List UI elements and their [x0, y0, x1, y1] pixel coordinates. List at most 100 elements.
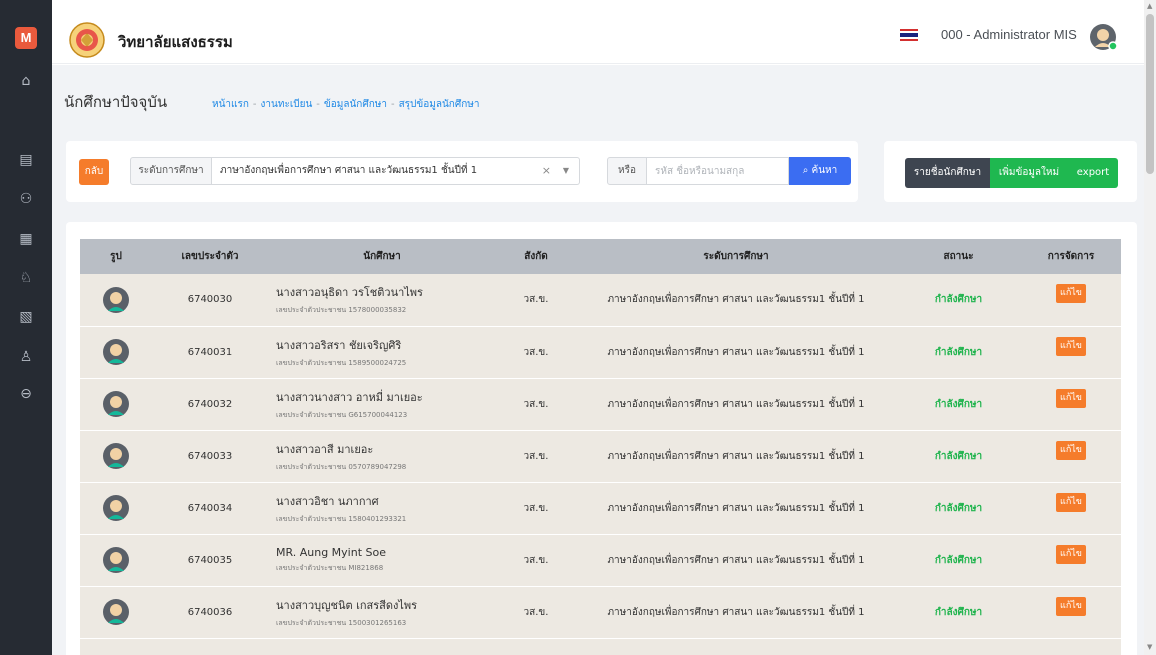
citizen-id: เลขประจำตัวประชาชน 1589500024725 [276, 358, 407, 367]
affiliation: วส.ข. [523, 450, 549, 462]
student-avatar-icon [103, 391, 129, 417]
export-button[interactable]: export [1068, 158, 1118, 188]
student-avatar-icon [103, 495, 129, 521]
sidebar: M ⌂ ▤ ⚇ ▦ ♘ ▧ ♙ ⊖ [0, 0, 52, 655]
student-name[interactable]: นางสาวอนุธิดา วรโชติวนาไพร [276, 283, 496, 301]
student-avatar-icon [103, 339, 129, 365]
affiliation: วส.ข. [523, 398, 549, 410]
status-badge: กำลังศึกษา [934, 606, 983, 618]
chevron-down-icon[interactable]: ▼ [563, 158, 569, 184]
breadcrumb-student-summary[interactable]: สรุปข้อมูลนักศึกษา [399, 99, 480, 110]
user-settings-icon[interactable]: ♙ [13, 347, 39, 367]
student-id: 6740031 [187, 346, 233, 358]
search-icon: ⌕ [802, 165, 809, 176]
student-name[interactable]: นางสาวนางสาว อาหมี่ มาเยอะ [276, 388, 496, 406]
edit-button[interactable]: แก้ไข [1056, 336, 1086, 356]
search-button-label: ค้นหา [811, 165, 838, 176]
edit-button[interactable]: แก้ไข [1056, 544, 1086, 564]
student-id: 6740036 [187, 606, 233, 618]
thai-flag-icon[interactable] [900, 29, 918, 41]
page-title: นักศึกษาปัจจุบัน [64, 93, 168, 111]
page-scrollbar[interactable]: ▲ ▼ [1144, 0, 1156, 655]
student-list-button[interactable]: รายชื่อนักศึกษา [905, 158, 990, 188]
affiliation: วส.ข. [523, 346, 549, 358]
header-student: นักศึกษา [363, 251, 401, 262]
clear-icon[interactable]: × [542, 158, 551, 184]
site-title: วิทยาลัยแสงธรรม [118, 33, 233, 51]
action-card: รายชื่อนักศึกษา เพิ่มข้อมูลใหม่ export [884, 141, 1137, 202]
table-row-partial [80, 638, 1121, 655]
scroll-thumb[interactable] [1146, 14, 1154, 174]
filter-card: กลับ ระดับการศึกษา ภาษาอังกฤษเพื่อการศึก… [66, 141, 858, 202]
scroll-up-icon[interactable]: ▲ [1147, 2, 1152, 10]
scroll-down-icon[interactable]: ▼ [1147, 643, 1152, 651]
student-name[interactable]: นางสาวอาสี มาเยอะ [276, 440, 496, 458]
citizen-id: เลขประจำตัวประชาชน 1578000035832 [276, 306, 407, 315]
table-header-row: รูป เลขประจำตัว นักศึกษา สังกัด ระดับการ… [80, 239, 1121, 274]
breadcrumb: หน้าแรก - งานทะเบียน - ข้อมูลนักศึกษา - สรุปข้… [212, 99, 480, 110]
breadcrumb-student-info[interactable]: ข้อมูลนักศึกษา [324, 99, 387, 110]
app-logo[interactable]: M [15, 27, 37, 49]
citizen-id: เลขประจำตัวประชาชน G615700044123 [276, 410, 408, 419]
college-seal-logo[interactable] [69, 22, 105, 58]
student-name[interactable]: นางสาวบุญชนิต เกสรสีดงไพร [276, 596, 496, 614]
student-id: 6740032 [187, 398, 233, 410]
student-id: 6740030 [187, 294, 233, 306]
search-input[interactable] [647, 157, 789, 185]
table-row: 6740034 นางสาวอิชา นภากาศเลขประจำตัวประช… [80, 482, 1121, 534]
add-new-button[interactable]: เพิ่มข้อมูลใหม่ [990, 158, 1068, 188]
table-row: 6740030 นางสาวอนุธิดา วรโชติวนาไพรเลขประ… [80, 274, 1121, 326]
student-name[interactable]: MR. Aung Myint Soe [276, 546, 496, 559]
status-badge: กำลังศึกษา [934, 450, 983, 462]
header-level: ระดับการศึกษา [703, 251, 769, 262]
header-photo: รูป [110, 251, 122, 262]
status-badge: กำลังศึกษา [934, 346, 983, 358]
citizen-id: เลขประจำตัวประชาชน 1580401293321 [276, 514, 407, 523]
status-badge: กำลังศึกษา [934, 294, 983, 306]
edit-button[interactable]: แก้ไข [1056, 440, 1086, 460]
student-name[interactable]: นางสาวอิชา นภากาศ [276, 492, 496, 510]
education-level: ภาษาอังกฤษเพื่อการศึกษา ศาสนา และวัฒนธรร… [607, 554, 865, 566]
teacher-icon[interactable]: ♘ [13, 268, 39, 288]
student-id: 6740034 [187, 502, 233, 514]
search-button[interactable]: ⌕ ค้นหา [789, 157, 851, 185]
status-badge: กำลังศึกษา [934, 554, 983, 566]
affiliation: วส.ข. [523, 294, 549, 306]
level-select-label: ระดับการศึกษา [130, 157, 212, 185]
back-button[interactable]: กลับ [79, 159, 109, 185]
logout-icon[interactable]: ⊖ [13, 384, 39, 404]
status-badge: กำลังศึกษา [934, 398, 983, 410]
edit-button[interactable]: แก้ไข [1056, 388, 1086, 408]
home-icon[interactable]: ⌂ [13, 71, 39, 91]
student-avatar-icon [103, 286, 129, 313]
user-name[interactable]: 000 - Administrator MIS [941, 27, 1077, 42]
user-avatar-icon[interactable] [1089, 23, 1117, 51]
student-name[interactable]: นางสาวอริสรา ชัยเจริญศิริ [276, 336, 496, 354]
affiliation: วส.ข. [523, 554, 549, 566]
breadcrumb-registrar[interactable]: งานทะเบียน [261, 99, 313, 110]
breadcrumb-home[interactable]: หน้าแรก [212, 99, 249, 110]
table-row: 6740031 นางสาวอริสรา ชัยเจริญศิริเลขประจ… [80, 326, 1121, 378]
edit-button[interactable]: แก้ไข [1056, 492, 1086, 512]
affiliation: วส.ข. [523, 606, 549, 618]
header-manage: การจัดการ [1047, 251, 1095, 262]
level-select[interactable]: ภาษาอังกฤษเพื่อการศึกษา ศาสนา และวัฒนธรร… [212, 157, 580, 185]
education-level: ภาษาอังกฤษเพื่อการศึกษา ศาสนา และวัฒนธรร… [607, 294, 865, 306]
citizen-id: เลขประจำตัวประชาชน 1500301265163 [276, 618, 407, 627]
edit-button[interactable]: แก้ไข [1056, 284, 1086, 304]
calendar-icon[interactable]: ▦ [13, 229, 39, 249]
students-table: รูป เลขประจำตัว นักศึกษา สังกัด ระดับการ… [80, 239, 1121, 655]
education-level: ภาษาอังกฤษเพื่อการศึกษา ศาสนา และวัฒนธรร… [607, 502, 865, 514]
header-student-id: เลขประจำตัว [181, 251, 239, 262]
student-avatar-icon [103, 547, 129, 573]
citizen-id: เลขประจำตัวประชาชน 0570789047298 [276, 462, 407, 471]
document-icon[interactable]: ▧ [13, 307, 39, 327]
users-icon[interactable]: ⚇ [13, 189, 39, 209]
book-icon[interactable]: ▤ [13, 150, 39, 170]
student-id: 6740033 [187, 450, 233, 462]
education-level: ภาษาอังกฤษเพื่อการศึกษา ศาสนา และวัฒนธรร… [607, 450, 865, 462]
table-row: 6740036 นางสาวบุญชนิต เกสรสีดงไพรเลขประจ… [80, 586, 1121, 638]
status-badge: กำลังศึกษา [934, 502, 983, 514]
edit-button[interactable]: แก้ไข [1056, 596, 1086, 616]
students-table-card: รูป เลขประจำตัว นักศึกษา สังกัด ระดับการ… [66, 222, 1137, 655]
